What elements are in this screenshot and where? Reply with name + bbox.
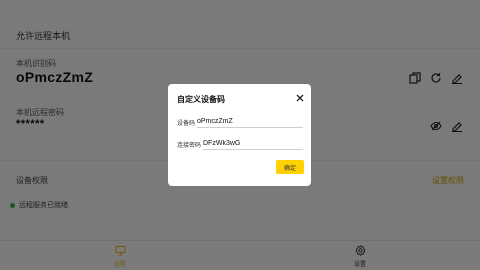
connect-password-label: 连接密码 bbox=[177, 143, 202, 149]
device-code-label: 设备码 bbox=[177, 121, 196, 127]
custom-device-code-dialog: 自定义设备码 设备码 连接密码 确定 bbox=[168, 84, 311, 186]
close-icon[interactable] bbox=[295, 93, 305, 103]
dialog-title: 自定义设备码 bbox=[177, 95, 225, 104]
device-code-input[interactable] bbox=[197, 115, 303, 128]
confirm-button[interactable]: 确定 bbox=[276, 160, 304, 174]
connect-password-input[interactable] bbox=[203, 137, 303, 150]
